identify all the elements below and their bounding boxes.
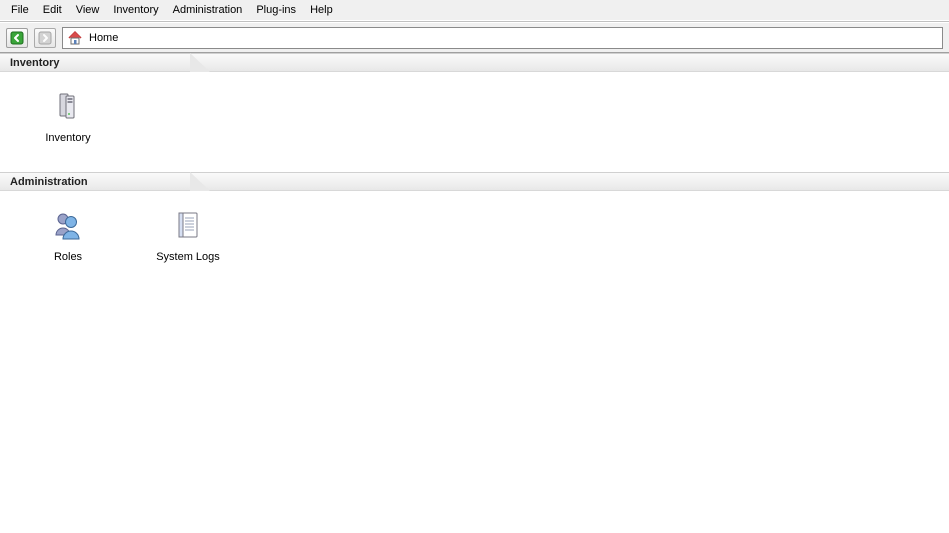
item-roles-label: Roles — [54, 251, 82, 263]
menu-view[interactable]: View — [69, 2, 107, 18]
menubar-separator — [0, 21, 949, 22]
menubar: File Edit View Inventory Administration … — [0, 0, 949, 20]
content-area: Inventory Inventory Administration — [0, 53, 949, 533]
breadcrumb-location: Home — [89, 32, 118, 44]
item-inventory-label: Inventory — [45, 132, 90, 144]
menu-edit[interactable]: Edit — [36, 2, 69, 18]
menu-administration[interactable]: Administration — [166, 2, 250, 18]
toolbar: Home — [0, 23, 949, 53]
home-icon — [67, 30, 83, 46]
section-header-inventory: Inventory — [0, 54, 949, 72]
back-button[interactable] — [6, 28, 28, 48]
inventory-items: Inventory — [0, 72, 949, 172]
item-system-logs-label: System Logs — [156, 251, 220, 263]
item-roles[interactable]: Roles — [28, 209, 108, 263]
document-icon — [172, 209, 204, 241]
users-icon — [52, 209, 84, 241]
arrow-right-icon — [38, 31, 52, 45]
menu-inventory[interactable]: Inventory — [106, 2, 165, 18]
section-inventory: Inventory Inventory — [0, 53, 949, 172]
breadcrumb-bar[interactable]: Home — [62, 27, 943, 49]
section-header-administration: Administration — [0, 173, 949, 191]
menu-file[interactable]: File — [4, 2, 36, 18]
servers-icon — [52, 90, 84, 122]
section-administration: Administration Roles — [0, 172, 949, 291]
forward-button[interactable] — [34, 28, 56, 48]
menu-plugins[interactable]: Plug-ins — [249, 2, 303, 18]
section-title-inventory: Inventory — [0, 57, 60, 69]
item-system-logs[interactable]: System Logs — [148, 209, 228, 263]
menu-help[interactable]: Help — [303, 2, 340, 18]
arrow-left-icon — [10, 31, 24, 45]
item-inventory[interactable]: Inventory — [28, 90, 108, 144]
administration-items: Roles System Logs — [0, 191, 949, 291]
section-title-administration: Administration — [0, 176, 88, 188]
